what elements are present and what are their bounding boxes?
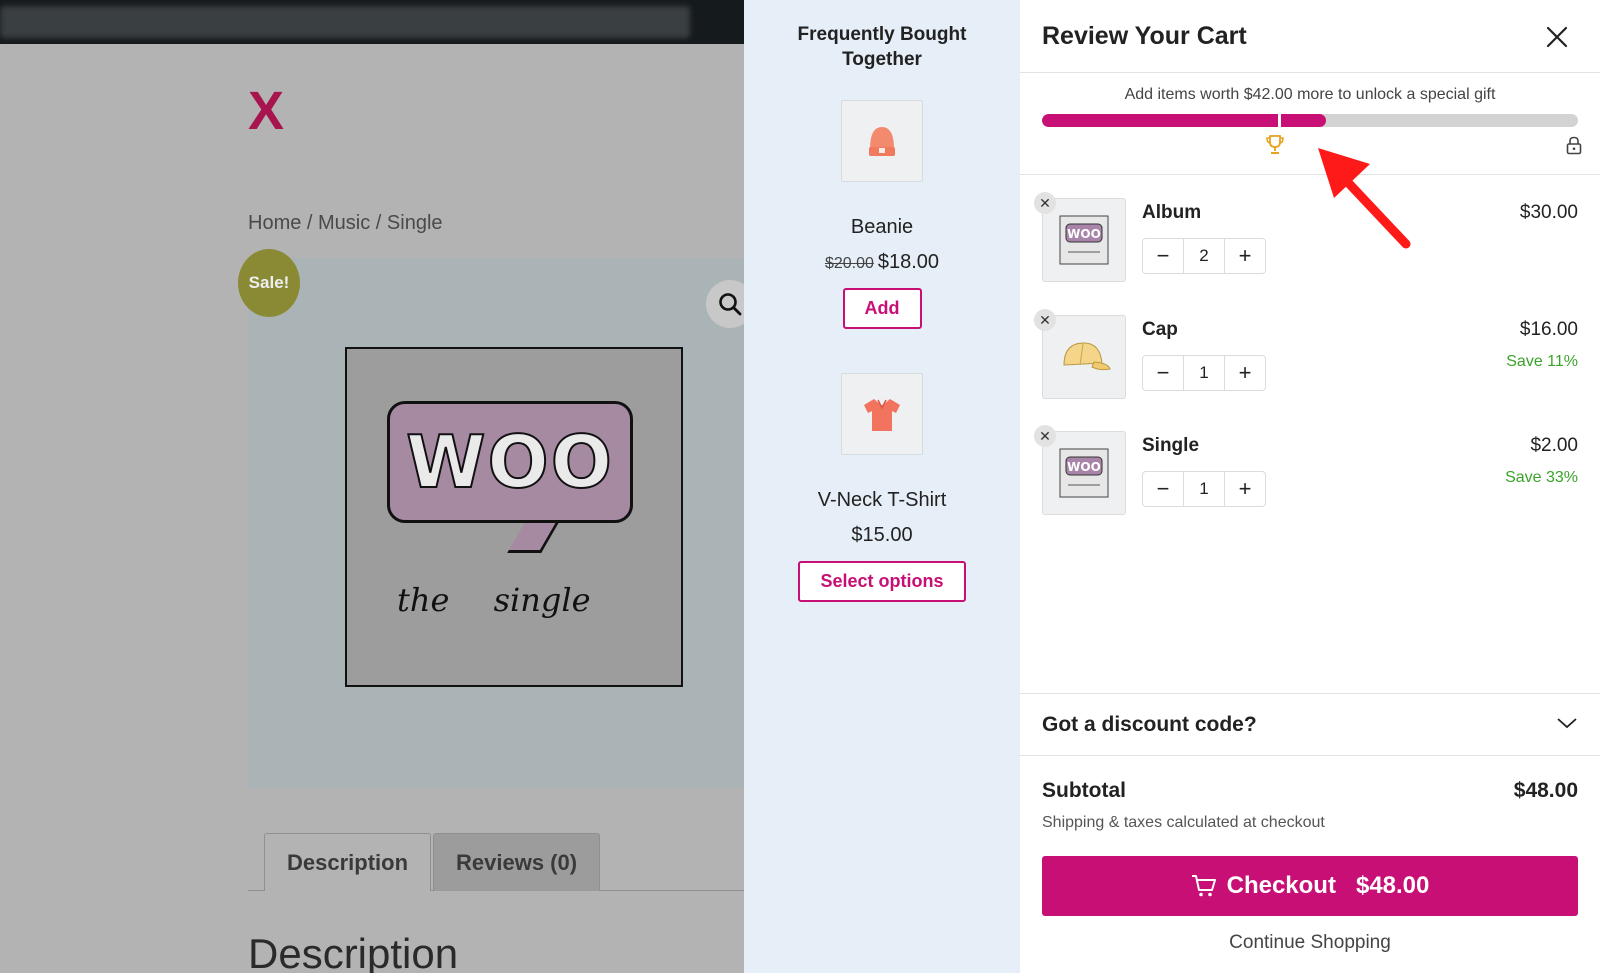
minus-icon: − (1156, 243, 1170, 268)
tab-description[interactable]: Description (264, 833, 432, 891)
item-name[interactable]: Single (1142, 435, 1199, 457)
woo-album-icon: WOO (1059, 215, 1109, 265)
woo-logo: WOO (387, 401, 633, 523)
tab-reviews[interactable]: Reviews (0) (433, 833, 601, 891)
beanie-icon (869, 127, 895, 156)
beanie-thumbnail[interactable] (841, 100, 923, 182)
remove-item-button[interactable]: ✕ (1034, 309, 1056, 331)
album-caption: the single (397, 581, 591, 619)
description-heading: Description (248, 930, 459, 973)
speech-bubble-tail (507, 519, 561, 553)
trophy-icon (1266, 135, 1284, 154)
item-price: $2.00 (1530, 435, 1578, 456)
browser-topbar (0, 0, 744, 44)
fbt-item-beanie: Beanie $20.00 $18.00 Add (744, 100, 1020, 329)
subtotal-value: $48.00 (1513, 779, 1578, 802)
fbt-item-price: $20.00 $18.00 (744, 251, 1020, 274)
cart-header: Review Your Cart (1020, 0, 1600, 73)
checkout-label: Checkout (1226, 872, 1336, 899)
album-thumbnail[interactable]: WOO (1042, 198, 1126, 282)
continue-shopping-link[interactable]: Continue Shopping (1020, 932, 1600, 954)
shipping-note: Shipping & taxes calculated at checkout (1042, 814, 1325, 831)
item-price: $16.00 (1519, 319, 1578, 340)
frequently-bought-together-panel: Frequently Bought Together Beanie $20.00… (744, 0, 1020, 973)
svg-text:WOO: WOO (1067, 460, 1101, 474)
plus-icon: + (1238, 476, 1252, 501)
woo-single-icon: WOO (1059, 448, 1109, 498)
checkout-button[interactable]: Checkout $48.00 (1042, 856, 1578, 916)
quantity-value[interactable]: 2 (1183, 239, 1225, 273)
minus-icon: − (1156, 476, 1170, 501)
item-savings: Save 33% (1505, 469, 1578, 486)
tshirt-icon (864, 399, 900, 431)
chevron-down-icon (1557, 718, 1577, 729)
single-thumbnail[interactable]: WOO (1042, 431, 1126, 515)
checkout-amount: $48.00 (1355, 872, 1430, 899)
plus-icon: + (1238, 360, 1252, 385)
close-icon: ✕ (1039, 194, 1051, 211)
sale-badge: Sale! (238, 249, 300, 317)
increase-quantity-button[interactable]: + (1225, 239, 1265, 273)
annotation-arrow-icon (1318, 148, 1411, 249)
subtotal-label: Subtotal (1042, 779, 1126, 802)
svg-text:WOO: WOO (1067, 227, 1101, 241)
cart-item-cap: ✕ Cap − 1 + $16.00 Save 11% (1020, 309, 1600, 415)
item-price: $30.00 (1519, 202, 1578, 223)
gift-progress-fill (1042, 114, 1326, 127)
lock-icon (1566, 136, 1582, 155)
magnifier-icon (719, 293, 742, 316)
cart-item-single: ✕ WOO Single − 1 + $2.00 Save 33% (1020, 425, 1600, 531)
site-logo[interactable]: X (248, 80, 284, 142)
item-name[interactable]: Album (1142, 202, 1201, 224)
decrease-quantity-button[interactable]: − (1143, 472, 1183, 506)
fbt-old-price: $20.00 (824, 255, 874, 272)
quantity-value[interactable]: 1 (1183, 356, 1225, 390)
blurred-topbar-content (0, 6, 690, 38)
quantity-stepper: − 1 + (1142, 471, 1266, 507)
breadcrumb[interactable]: Home / Music / Single (248, 212, 443, 235)
item-name[interactable]: Cap (1142, 319, 1178, 341)
milestone-marker (1278, 114, 1281, 127)
gift-progress-message: Add items worth $42.00 more to unlock a … (1124, 86, 1496, 103)
product-tabs: Description Reviews (0) (248, 833, 744, 891)
quantity-value[interactable]: 1 (1183, 472, 1225, 506)
fbt-title: Frequently Bought Together (744, 22, 1020, 72)
cap-thumbnail[interactable] (1042, 315, 1126, 399)
fbt-item-vneck: V-Neck T-Shirt $15.00 Select options (744, 373, 1020, 602)
cart-icon (1191, 875, 1216, 897)
fbt-sale-price: $18.00 (877, 251, 940, 273)
item-savings: Save 11% (1506, 353, 1578, 370)
fbt-item-price: $15.00 (851, 524, 913, 546)
decrease-quantity-button[interactable]: − (1143, 356, 1183, 390)
fbt-item-name[interactable]: Beanie (744, 216, 1020, 239)
discount-label: Got a discount code? (1042, 713, 1257, 736)
minus-icon: − (1156, 360, 1170, 385)
tshirt-thumbnail[interactable] (841, 373, 923, 455)
remove-item-button[interactable]: ✕ (1034, 425, 1056, 447)
album-artwork: WOO the single (345, 347, 683, 687)
plus-icon: + (1238, 243, 1252, 268)
increase-quantity-button[interactable]: + (1225, 472, 1265, 506)
fbt-title-line-2: Together (842, 49, 922, 70)
gift-progress-bar (1042, 114, 1578, 127)
quantity-stepper: − 2 + (1142, 238, 1266, 274)
add-beanie-button[interactable]: Add (842, 288, 922, 329)
discount-code-toggle[interactable]: Got a discount code? (1020, 693, 1600, 756)
close-icon: ✕ (1039, 311, 1051, 328)
cart-title: Review Your Cart (1042, 22, 1247, 50)
close-icon: ✕ (1039, 427, 1051, 444)
fbt-item-name[interactable]: V-Neck T-Shirt (744, 489, 1020, 512)
fbt-title-line-1: Frequently Bought (797, 24, 967, 45)
cap-icon (1063, 342, 1111, 371)
product-page-background: X Home / Music / Single WOO the single S… (0, 0, 744, 973)
remove-item-button[interactable]: ✕ (1034, 192, 1056, 214)
decrease-quantity-button[interactable]: − (1143, 239, 1183, 273)
select-options-button[interactable]: Select options (798, 561, 966, 602)
close-icon[interactable] (1544, 24, 1570, 50)
quantity-stepper: − 1 + (1142, 355, 1266, 391)
increase-quantity-button[interactable]: + (1225, 356, 1265, 390)
